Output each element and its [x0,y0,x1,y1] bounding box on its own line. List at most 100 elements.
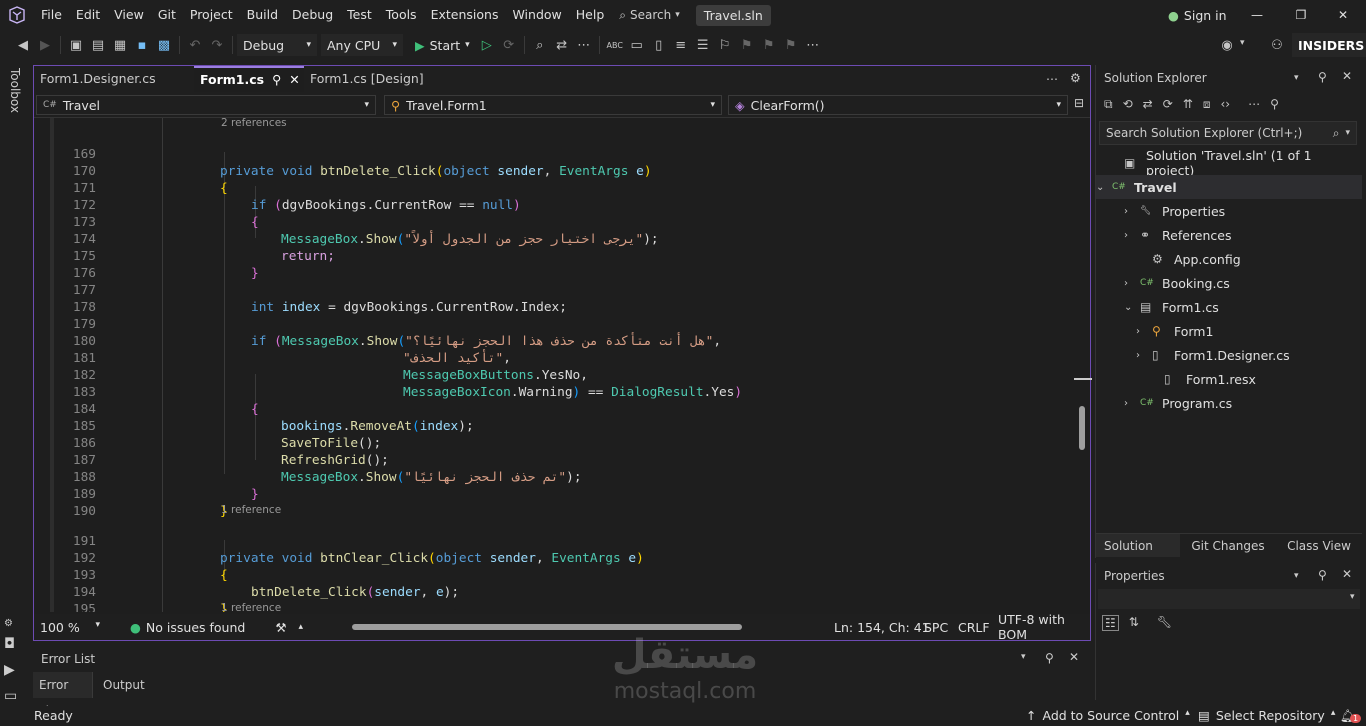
line-ending[interactable]: CRLF [958,620,990,635]
code-area[interactable]: 2 references 169 private void btnDelete_… [34,118,1074,612]
tree-item[interactable]: ⌄ C# Travel [1096,175,1362,199]
sign-in-button[interactable]: ● Sign in [1168,0,1227,30]
window-icon[interactable]: ▭ [4,688,17,704]
chevron-down-icon[interactable]: ⌄ [1096,182,1104,193]
tree-item[interactable]: › ▯ Form1.Designer.cs [1096,343,1362,367]
class-dropdown[interactable]: ⚲ Travel.Form1 ▾ [384,95,722,115]
outdent-icon[interactable]: ☰ [692,34,714,56]
categorized-icon[interactable]: ☷ [1102,615,1119,631]
insiders-badge[interactable]: INSIDERS [1292,33,1366,57]
indent-icon[interactable]: ≡ [670,34,692,56]
tab-output[interactable]: Output [97,672,145,698]
refresh-icon[interactable]: ⟳ [1163,97,1173,112]
chevron-right-icon[interactable]: › [1124,398,1128,409]
save-icon[interactable]: ▪ [131,34,153,56]
tree-item[interactable]: ▣ Solution 'Travel.sln' (1 of 1 project) [1096,148,1362,178]
chevron-down-icon[interactable]: ▾ [1021,652,1026,662]
menu-tools[interactable]: Tools [379,0,424,30]
search-menu[interactable]: ⌕ Search ▾ [611,0,688,30]
close-icon[interactable]: ✕ [1342,567,1352,581]
property-pages-icon[interactable]: 🔧︎ [1157,615,1172,631]
pin-icon[interactable]: ⚲ [272,68,281,92]
find-in-files-icon[interactable]: ⌕ [529,34,551,56]
menu-edit[interactable]: Edit [69,0,107,30]
more-icon[interactable]: ⋯ [1248,97,1260,112]
menu-help[interactable]: Help [569,0,612,30]
sync-active-icon[interactable]: ⇄ [1143,97,1153,112]
start-debugging-button[interactable]: ▶ Start ▾ [409,34,476,56]
cloud-icon[interactable]: ⚙ [4,618,13,629]
redo-icon[interactable]: ↷ [206,34,228,56]
configuration-dropdown[interactable]: Debug ▾ [237,34,317,56]
comment-icon[interactable]: ▭ [626,34,648,56]
next-bookmark-icon[interactable]: ⚑ [758,34,780,56]
close-window-button[interactable]: ✕ [1320,0,1366,30]
sync-icon[interactable]: ⇄ [551,34,573,56]
issues-indicator[interactable]: ● No issues found [130,620,245,635]
close-icon[interactable]: ✕ [1069,650,1079,664]
tab-overflow-icon[interactable]: ⋯ [1046,72,1058,86]
chevron-right-icon[interactable]: › [1124,206,1128,217]
object-selector-dropdown[interactable]: ▾ [1098,589,1360,609]
collapse-all-icon[interactable]: ⇈ [1183,97,1193,112]
tab-solution-explorer[interactable]: Solution Ex... [1096,534,1180,577]
tree-item[interactable]: › ⚭ References [1096,223,1362,247]
whitespace-mode[interactable]: SPC [924,620,948,635]
tree-item[interactable]: › C# Program.cs [1096,391,1362,415]
navigate-back-icon[interactable]: ◀ [12,34,34,56]
zoom-dropdown[interactable]: 100 % ▾ [34,620,106,635]
platform-dropdown[interactable]: Any CPU ▾ [321,34,403,56]
tree-item[interactable]: › C# Booking.cs [1096,271,1362,295]
live-share-icon[interactable]: ⚇ [1266,34,1288,56]
chevron-down-icon[interactable]: ▾ [1240,38,1245,48]
tab-error-list[interactable]: Error List [33,672,93,718]
chevron-right-icon[interactable]: › [1136,350,1140,361]
pin-icon[interactable]: ⚲ [1045,651,1054,665]
pin-icon[interactable]: ⚲ [1270,97,1279,112]
codelens-references[interactable]: 1 reference [221,602,281,612]
menu-project[interactable]: Project [183,0,240,30]
visual-studio-logo[interactable] [0,0,34,30]
file-encoding[interactable]: UTF-8 with BOM [998,612,1090,642]
camera-icon[interactable]: ◘ [4,636,15,652]
member-dropdown[interactable]: ◈ ClearForm() ▾ [728,95,1068,115]
switch-views-icon[interactable]: ⧉ [1104,97,1113,112]
menu-extensions[interactable]: Extensions [424,0,506,30]
menu-test[interactable]: Test [340,0,379,30]
undo-icon[interactable]: ↶ [184,34,206,56]
tab-form1-cs[interactable]: Form1.cs ⚲ ✕ [194,66,304,92]
tree-item[interactable]: ▯ Form1.resx [1096,367,1362,391]
split-window-icon[interactable]: ⊟ [1074,96,1084,110]
open-folder-icon[interactable]: ▦ [109,34,131,56]
pin-icon[interactable]: ⚲ [1318,568,1327,582]
solution-name-badge[interactable]: Travel.sln [695,4,771,26]
clear-bookmarks-icon[interactable]: ⚑ [780,34,802,56]
bookmark-icon[interactable]: ⚐ [714,34,736,56]
new-file-icon[interactable]: ▤ [87,34,109,56]
copilot-icon[interactable]: ◉ [1216,34,1238,56]
menu-git[interactable]: Git [151,0,183,30]
more-icon[interactable]: ⋯ [802,34,824,56]
video-icon[interactable]: ▶ [4,662,15,678]
tree-item[interactable]: › ⚲ Form1 [1096,319,1362,343]
cursor-position[interactable]: Ln: 154, Ch: 41 [834,620,930,635]
close-icon[interactable]: ✕ [289,68,299,92]
tree-item[interactable]: ⚙ App.config [1096,247,1362,271]
tree-item[interactable]: ⌄ ▤ Form1.cs [1096,295,1362,319]
chevron-right-icon[interactable]: › [1124,278,1128,289]
project-dropdown[interactable]: C# Travel ▾ [36,95,376,115]
menu-build[interactable]: Build [240,0,285,30]
new-project-icon[interactable]: ▣ [65,34,87,56]
prev-bookmark-icon[interactable]: ⚑ [736,34,758,56]
uncomment-icon[interactable]: ▯ [648,34,670,56]
chevron-down-icon[interactable]: ▾ [1294,73,1299,83]
add-to-source-control-button[interactable]: ↑ Add to Source Control ▴ [1026,708,1190,723]
alphabetical-icon[interactable]: ⇅ [1129,615,1139,631]
toolbox-tab[interactable]: Toolbox [8,68,22,113]
tab-class-view[interactable]: Class View [1276,534,1362,557]
spell-check-icon[interactable]: ABC [604,34,626,56]
start-without-debugging-icon[interactable]: ▷ [476,34,498,56]
menu-file[interactable]: File [34,0,69,30]
brush-icon[interactable]: ⚒ [275,620,286,635]
history-icon[interactable]: ⟲ [1123,97,1133,112]
